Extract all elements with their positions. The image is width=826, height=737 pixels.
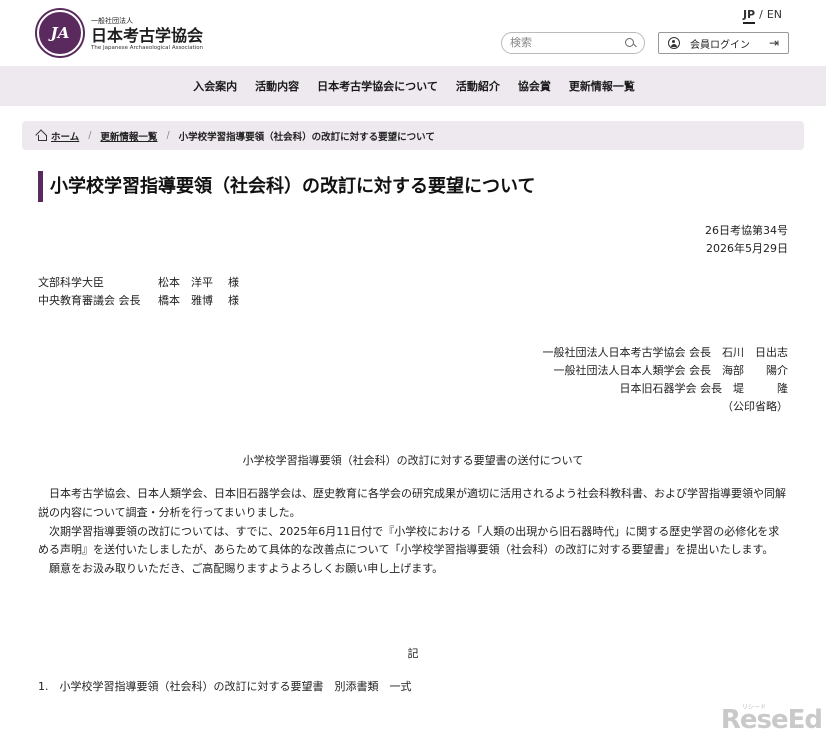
breadcrumb-current: 小学校学習指導要領（社会科）の改訂に対する要望について <box>178 131 435 143</box>
logo-en: The Japanese Archaeological Association <box>91 44 204 51</box>
main-nav: 入会案内 活動内容 日本考古学協会について 活動紹介 協会賞 更新情報一覧 <box>0 66 826 106</box>
breadcrumb-separator: / <box>88 130 92 141</box>
letter-subject: 小学校学習指導要領（社会科）の改訂に対する要望書の送付について <box>242 454 584 467</box>
nav-item-activity-reports[interactable]: 活動紹介 <box>456 78 500 94</box>
lang-separator: / <box>759 8 763 21</box>
recipient-honorific: 様 <box>228 276 239 289</box>
logo-emblem-icon: JA <box>37 10 83 56</box>
sender-line: 一般社団法人日本人類学会 会長 海部 陽介 <box>553 364 789 377</box>
nav-item-activities[interactable]: 活動内容 <box>255 78 299 94</box>
doc-number: 26日考協第34号 <box>705 224 788 237</box>
letter-body: 日本考古学協会、日本人類学会、日本旧石器学会は、歴史教育に各学会の研究成果が適切… <box>38 485 790 579</box>
recipient-org: 中央教育審議会 会長 <box>38 294 141 307</box>
logo-sub: 一般社団法人 <box>91 16 133 25</box>
breadcrumb-home-link[interactable]: ホーム <box>51 129 79 143</box>
body-paragraph: 次期学習指導要領の改訂については、すでに、2025年6月11日付で『小学校におけ… <box>38 524 780 557</box>
language-switch: JP / EN <box>742 8 782 24</box>
breadcrumb: ホーム / 更新情報一覧 / 小学校学習指導要領（社会科）の改訂に対する要望につ… <box>22 121 804 150</box>
watermark-small: リシード <box>741 704 766 711</box>
recipient-row: 中央教育審議会 会長 橋本 雅博 様 <box>38 292 239 310</box>
recipient-honorific: 様 <box>228 294 239 307</box>
recipient-name: 橋本 雅博 <box>158 294 213 307</box>
body-paragraph: 日本考古学協会、日本人類学会、日本旧石器学会は、歴史教育に各学会の研究成果が適切… <box>38 487 786 519</box>
nav-item-membership[interactable]: 入会案内 <box>193 78 237 94</box>
search-box <box>501 32 645 54</box>
lang-en-link[interactable]: EN <box>767 8 782 21</box>
user-icon <box>668 37 680 49</box>
home-icon <box>36 131 47 141</box>
member-login-button[interactable]: 会員ログイン ⇥ <box>658 32 789 54</box>
recipient-org: 文部科学大臣 <box>38 276 104 289</box>
breadcrumb-updates-link[interactable]: 更新情報一覧 <box>100 129 157 143</box>
lang-jp-link[interactable]: JP <box>742 8 756 24</box>
breadcrumb-separator: / <box>166 130 170 141</box>
page-title: 小学校学習指導要領（社会科）の改訂に対する要望について <box>38 171 535 202</box>
ki-heading: 記 <box>407 647 419 660</box>
recipient-name: 松本 洋平 <box>158 276 213 289</box>
search-input[interactable] <box>510 37 625 49</box>
logo-name: 日本考古学協会 <box>91 25 204 45</box>
recipient-list: 文部科学大臣 松本 洋平様 中央教育審議会 会長 橋本 雅博様 <box>38 274 239 310</box>
logo-text: 一般社団法人 日本考古学協会 The Japanese Archaeologic… <box>91 16 203 51</box>
recipient-row: 文部科学大臣 松本 洋平 様 <box>38 274 239 292</box>
sender-line: 一般社団法人日本考古学協会 会長 石川 日出志 <box>542 346 789 359</box>
sender-line: 日本旧石器学会 会長 堤 隆 <box>619 382 789 395</box>
watermark-logo: リシード ReseEd <box>720 704 823 735</box>
site-logo[interactable]: JA 一般社団法人 日本考古学協会 The Japanese Archaeolo… <box>37 10 203 56</box>
doc-header: 26日考協第34号 2026年5月29日 <box>705 222 788 258</box>
body-paragraph: 願意をお汲み取りいただき、ご高配賜りますようよろしくお願い申し上げます。 <box>49 562 444 576</box>
seal-omitted-note: （公印省略） <box>722 400 788 413</box>
site-header: JA 一般社団法人 日本考古学協会 The Japanese Archaeolo… <box>0 0 826 66</box>
nav-item-awards[interactable]: 協会賞 <box>518 78 551 94</box>
nav-item-about[interactable]: 日本考古学協会について <box>317 78 438 94</box>
watermark-brand: ReseEd <box>720 705 823 735</box>
login-label: 会員ログイン <box>690 39 750 51</box>
enclosure-item: 1. 小学校学習指導要領（社会科）の改訂に対する要望書 別添書類 一式 <box>38 680 412 693</box>
nav-item-updates[interactable]: 更新情報一覧 <box>569 78 635 94</box>
search-icon[interactable] <box>625 37 636 49</box>
login-arrow-icon: ⇥ <box>768 36 779 50</box>
doc-date: 2026年5月29日 <box>706 242 788 255</box>
sender-list: 一般社団法人日本考古学協会 会長 石川 日出志 一般社団法人日本人類学会 会長 … <box>543 344 789 416</box>
